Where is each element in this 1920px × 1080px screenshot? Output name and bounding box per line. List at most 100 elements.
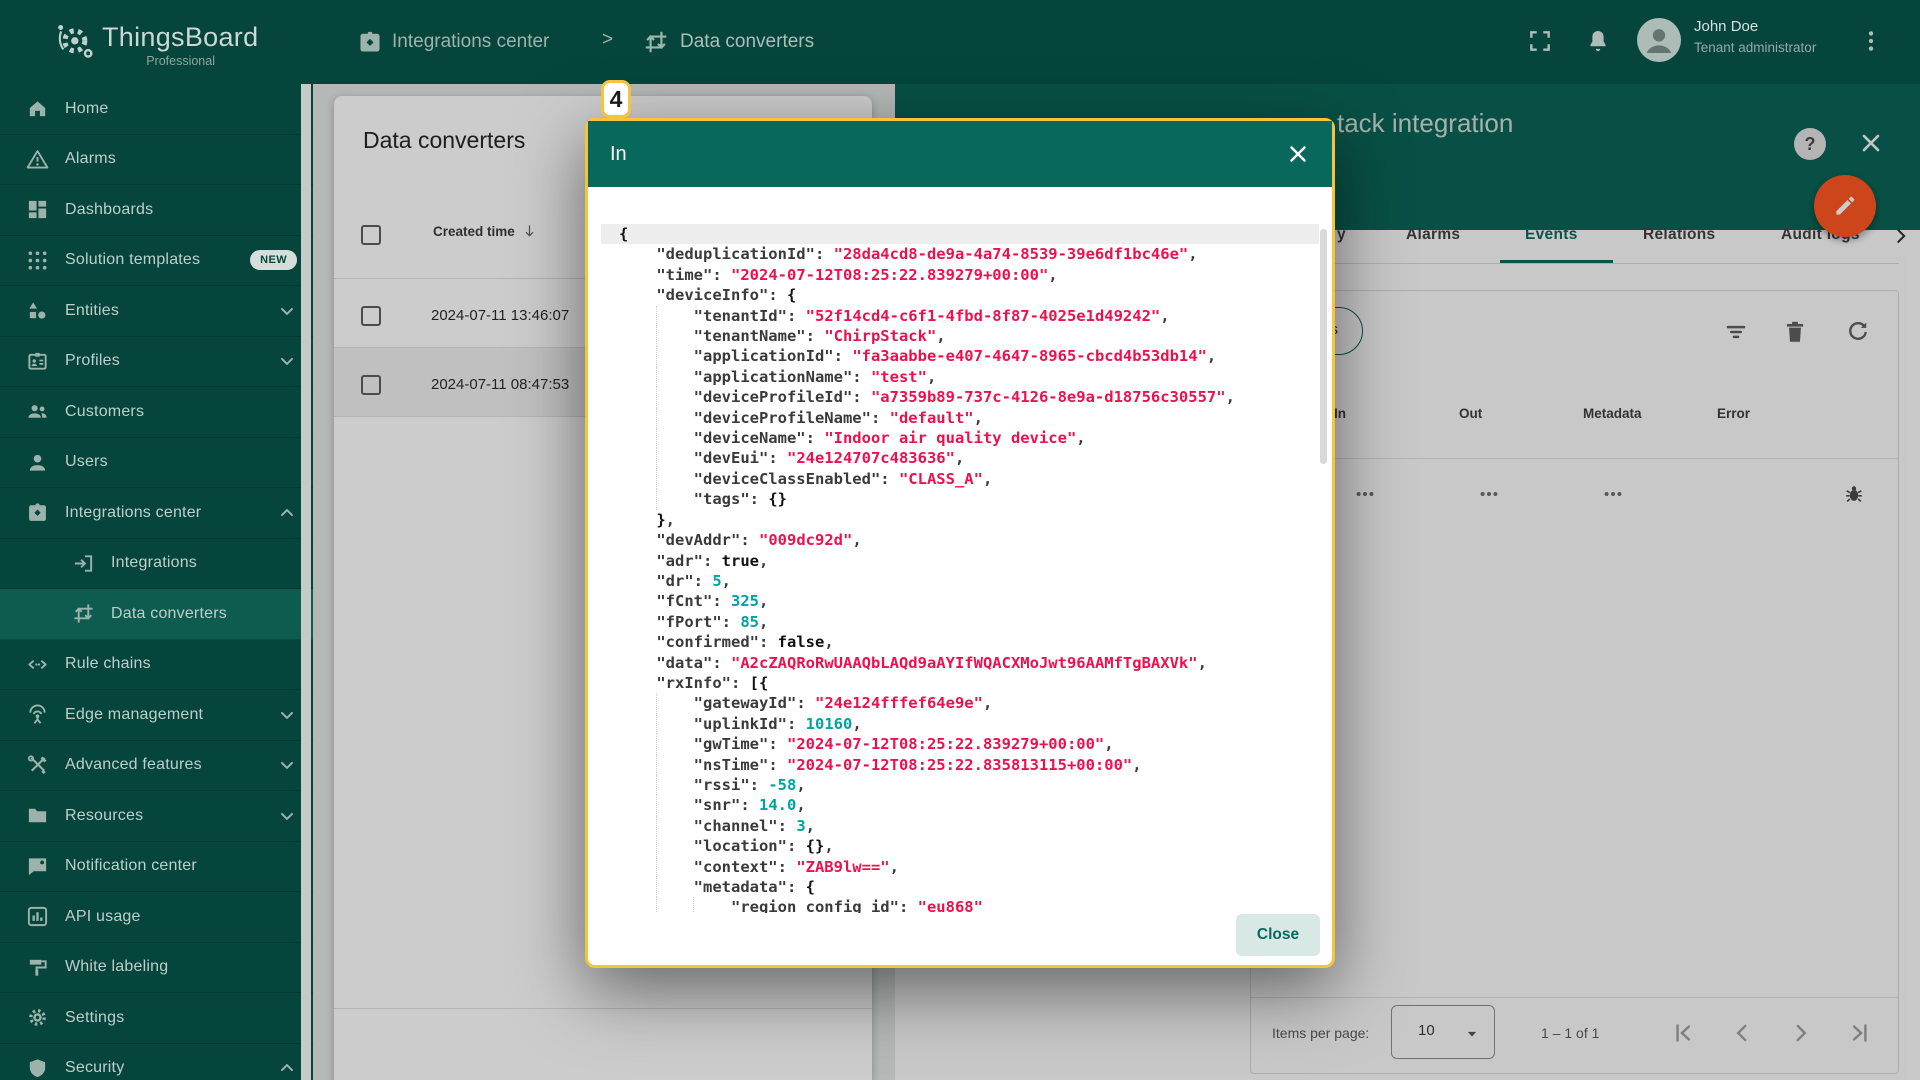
sidebar-item-label: Integrations center — [65, 504, 201, 522]
sidebar-item-label: Rule chains — [65, 655, 151, 673]
avatar[interactable] — [1637, 18, 1681, 62]
code-line: "rxInfo": [{ — [601, 673, 1319, 693]
sidebar: Home Alarms Dashboards Solution templatesNE… — [0, 84, 313, 1080]
sidebar-item-integrations-center[interactable]: Integrations center — [0, 488, 313, 539]
sidebar-item-label: Dashboards — [65, 201, 153, 219]
sidebar-item-edge-management[interactable]: Edge management — [0, 690, 313, 741]
logo-title: ThingsBoard — [102, 22, 258, 53]
sidebar-item-settings[interactable]: Settings — [0, 993, 313, 1044]
sidebar-item-label: Resources — [65, 807, 143, 825]
chevron-up-icon — [277, 1058, 297, 1078]
advanced-features-icon — [26, 754, 49, 777]
code-line: "deviceProfileName": "default", — [601, 408, 1319, 428]
sidebar-item-label: Solution templates — [65, 251, 200, 269]
bell-icon[interactable] — [1585, 28, 1611, 54]
code-line: "tenantId": "52f14cd4-c6f1-4fbd-8f87-402… — [601, 306, 1319, 326]
code-line: "deviceInfo": { — [601, 285, 1319, 305]
sidebar-item-dashboards[interactable]: Dashboards — [0, 185, 313, 236]
alarms-icon — [26, 148, 49, 171]
sidebar-item-label: Home — [65, 100, 108, 118]
code-line: "deduplicationId": "28da4cd8-de9a-4a74-8… — [601, 244, 1319, 264]
user-role: Tenant administrator — [1694, 40, 1816, 55]
code-line: "fPort": 85, — [601, 612, 1319, 632]
sidebar-item-label: Users — [65, 453, 108, 471]
rule-chains-icon — [26, 653, 49, 676]
sidebar-item-label: Advanced features — [65, 756, 202, 774]
dashboards-icon — [26, 198, 49, 221]
dots-vertical-icon[interactable] — [1858, 28, 1884, 54]
sidebar-item-white-labeling[interactable]: White labeling — [0, 943, 313, 994]
code-line: "devEui": "24e124707c483636", — [601, 448, 1319, 468]
sidebar-item-advanced-features[interactable]: Advanced features — [0, 741, 313, 792]
code-line: "gatewayId": "24e124fffef64e9e", — [601, 693, 1319, 713]
dialog-header: In — [588, 121, 1332, 187]
code-line: "metadata": { — [601, 877, 1319, 897]
person-icon — [1639, 20, 1679, 60]
sidebar-item-home[interactable]: Home — [0, 84, 313, 135]
data-converters-icon — [72, 602, 95, 625]
code-line: "applicationId": "fa3aabbe-e407-4647-896… — [601, 346, 1319, 366]
code-line: "deviceProfileId": "a7359b89-737c-4126-8… — [601, 387, 1319, 407]
sidebar-item-integrations[interactable]: Integrations — [0, 539, 313, 590]
sidebar-item-users[interactable]: Users — [0, 438, 313, 489]
resources-icon — [26, 804, 49, 827]
sidebar-item-notification-center[interactable]: Notification center — [0, 842, 313, 893]
top-bar: ThingsBoard Professional Integrations ce… — [0, 0, 1920, 84]
white-labeling-icon — [26, 956, 49, 979]
code-line: "nsTime": "2024-07-12T08:25:22.835813115… — [601, 755, 1319, 775]
code-line: "confirmed": false, — [601, 632, 1319, 652]
sidebar-item-label: Profiles — [65, 352, 120, 370]
json-code-viewer[interactable]: { "deduplicationId": "28da4cd8-de9a-4a74… — [601, 224, 1319, 913]
sidebar-item-data-converters[interactable]: Data converters — [0, 589, 313, 640]
integrations-center-icon — [26, 501, 49, 524]
chevron-down-icon — [277, 705, 297, 725]
dialog-title: In — [610, 143, 627, 166]
entities-icon — [26, 299, 49, 322]
code-line: "context": "ZAB9lw==", — [601, 857, 1319, 877]
close-button[interactable]: Close — [1236, 914, 1320, 956]
integrations-center-icon — [357, 29, 383, 55]
api-usage-icon — [26, 905, 49, 928]
data-converters-icon — [643, 29, 669, 55]
sidebar-item-rule-chains[interactable]: Rule chains — [0, 640, 313, 691]
code-line: }, — [601, 510, 1319, 530]
profiles-icon — [26, 350, 49, 373]
users-icon — [26, 451, 49, 474]
dialog-scrollbar[interactable] — [1320, 229, 1327, 464]
code-line: "deviceName": "Indoor air quality device… — [601, 428, 1319, 448]
code-line: "gwTime": "2024-07-12T08:25:22.839279+00… — [601, 734, 1319, 754]
breadcrumb-integrations-center[interactable]: Integrations center — [392, 31, 549, 53]
edge-management-icon — [26, 703, 49, 726]
sidebar-item-api-usage[interactable]: API usage — [0, 892, 313, 943]
logo-subtitle: Professional — [102, 54, 215, 68]
sidebar-item-resources[interactable]: Resources — [0, 791, 313, 842]
sidebar-item-label: API usage — [65, 908, 141, 926]
sidebar-item-label: Edge management — [65, 706, 203, 724]
code-line: { — [601, 224, 1319, 244]
chevron-down-icon — [277, 301, 297, 321]
app-root: ThingsBoard Professional Integrations ce… — [0, 0, 1920, 1080]
sidebar-scrollbar[interactable] — [301, 84, 311, 1080]
solution-templates-icon — [26, 249, 49, 272]
code-line: "tags": {} — [601, 489, 1319, 509]
sidebar-item-security[interactable]: Security — [0, 1044, 313, 1080]
code-line: "dr": 5, — [601, 571, 1319, 591]
fullscreen-icon[interactable] — [1527, 28, 1553, 54]
chevron-up-icon — [277, 503, 297, 523]
code-line: "adr": true, — [601, 551, 1319, 571]
sidebar-item-customers[interactable]: Customers — [0, 387, 313, 438]
chevron-down-icon — [277, 755, 297, 775]
breadcrumb-data-converters[interactable]: Data converters — [680, 31, 814, 53]
sidebar-item-label: Security — [65, 1059, 124, 1077]
sidebar-item-alarms[interactable]: Alarms — [0, 135, 313, 186]
close-icon[interactable] — [1286, 142, 1310, 166]
code-line: "rssi": -58, — [601, 775, 1319, 795]
breadcrumb-separator: > — [602, 29, 613, 51]
sidebar-item-profiles[interactable]: Profiles — [0, 337, 313, 388]
sidebar-item-entities[interactable]: Entities — [0, 286, 313, 337]
home-icon — [26, 97, 49, 120]
sidebar-item-label: Alarms — [65, 150, 116, 168]
sidebar-item-solution-templates[interactable]: Solution templatesNEW — [0, 236, 313, 287]
code-line: "location": {}, — [601, 836, 1319, 856]
in-dialog: In { "deduplicationId": "28da4cd8-de9a-4… — [585, 118, 1335, 968]
